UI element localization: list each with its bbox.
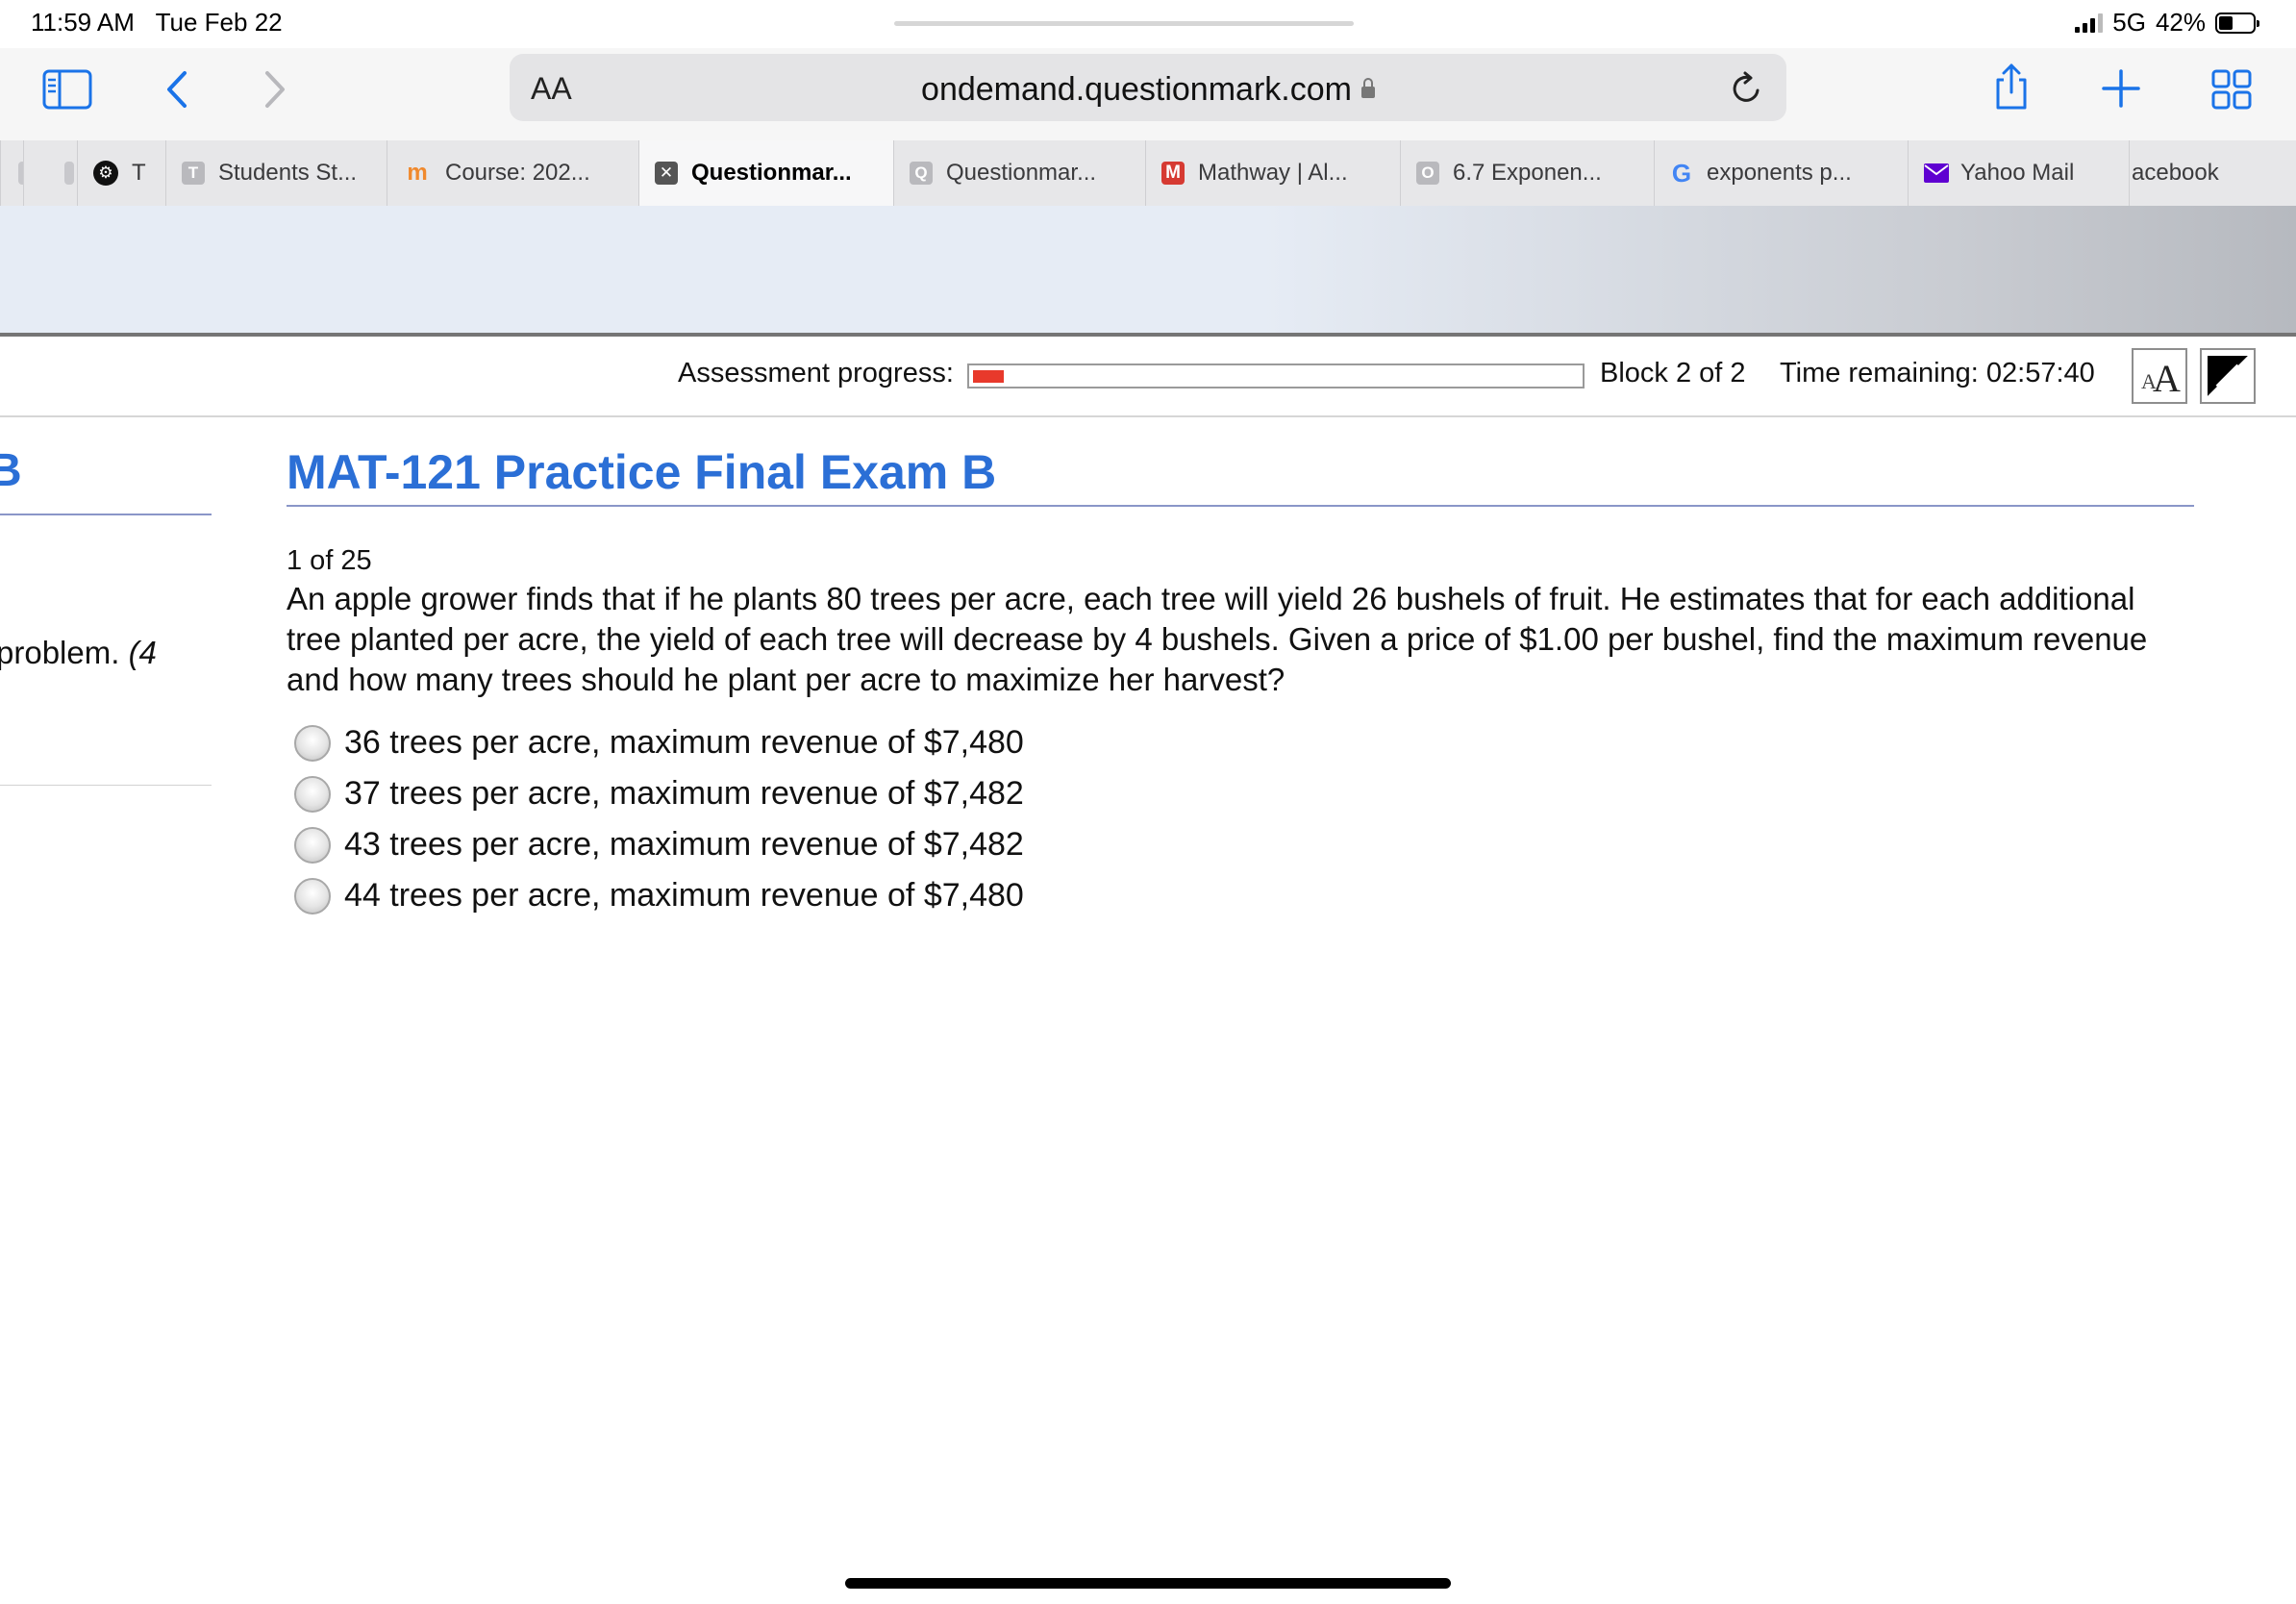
back-icon[interactable] — [163, 69, 190, 110]
assessment-progress-row: Assessment progress: Block 2 of 2 Time r… — [0, 337, 2296, 417]
answer-options: 36 trees per acre, maximum revenue of $7… — [294, 717, 1024, 921]
page-header-band — [0, 206, 2296, 335]
answer-option-2[interactable]: 37 trees per acre, maximum revenue of $7… — [294, 768, 1024, 819]
forward-icon[interactable] — [262, 69, 288, 110]
battery-percent: 42% — [2155, 8, 2206, 37]
reload-icon[interactable] — [1731, 71, 1763, 106]
address-bar[interactable]: AA ondemand.questionmark.com — [510, 54, 1786, 121]
tab-bar: ⚙ T T Students St... m Course: 202... ✕ … — [0, 140, 2296, 207]
progress-bar-fill — [973, 370, 1004, 383]
sidebar-divider-bottom — [0, 785, 212, 786]
answer-option-label[interactable]: 43 trees per acre, maximum revenue of $7… — [344, 826, 1024, 864]
answer-option-label[interactable]: 36 trees per acre, maximum revenue of $7… — [344, 724, 1024, 762]
tab-8[interactable]: G exponents p... — [1654, 140, 1908, 206]
status-time: 11:59 AM Tue Feb 22 — [31, 8, 283, 37]
tab-overview-icon[interactable] — [2211, 69, 2252, 110]
text-size-button[interactable]: AA — [2132, 348, 2187, 404]
radio-button[interactable] — [294, 826, 331, 864]
home-indicator[interactable] — [845, 1578, 1451, 1589]
share-icon[interactable] — [1992, 62, 2031, 112]
answer-option-1[interactable]: 36 trees per acre, maximum revenue of $7… — [294, 717, 1024, 768]
lock-icon — [1360, 78, 1375, 98]
q-favicon: Q — [910, 162, 933, 185]
t-favicon: T — [182, 162, 205, 185]
network-label: 5G — [2112, 8, 2146, 37]
multitask-grabber[interactable] — [894, 21, 1354, 26]
battery-icon — [2215, 12, 2259, 34]
url-text: ondemand.questionmark.com — [921, 71, 1352, 108]
answer-option-label[interactable]: 37 trees per acre, maximum revenue of $7… — [344, 775, 1024, 813]
status-bar: 11:59 AM Tue Feb 22 5G 42% — [0, 0, 2296, 48]
block-indicator: Block 2 of 2 — [1600, 358, 1746, 388]
tab-7[interactable]: O 6.7 Exponen... — [1400, 140, 1654, 206]
tab-5[interactable]: Q Questionmar... — [893, 140, 1145, 206]
title-divider — [287, 505, 2194, 507]
o-favicon: O — [1416, 162, 1439, 185]
radio-button[interactable] — [294, 724, 331, 762]
tab-6[interactable]: M Mathway | Al... — [1145, 140, 1400, 206]
tab-1[interactable]: ⚙ T — [77, 140, 165, 206]
tab-3[interactable]: m Course: 202... — [387, 140, 638, 206]
sidebar-text: problem. (4 — [0, 635, 157, 670]
tab-active[interactable]: ✕ Questionmar... — [638, 140, 893, 206]
answer-option-4[interactable]: 44 trees per acre, maximum revenue of $7… — [294, 870, 1024, 921]
settings-favicon: ⚙ — [93, 161, 118, 186]
signal-icon — [2075, 13, 2104, 33]
sidebar-divider — [0, 514, 212, 515]
tab-stub-0[interactable] — [0, 140, 23, 206]
new-tab-icon[interactable] — [2102, 69, 2140, 108]
tab-favicon — [64, 162, 74, 185]
progress-bar — [967, 363, 1585, 388]
status-date: Tue Feb 22 — [155, 8, 283, 37]
contrast-icon — [2208, 356, 2248, 396]
sidebar-toggle-icon[interactable] — [42, 69, 92, 110]
radio-button[interactable] — [294, 877, 331, 915]
exam-title: MAT-121 Practice Final Exam B — [287, 445, 997, 499]
close-tab-icon[interactable]: ✕ — [655, 162, 678, 185]
tab-2[interactable]: T Students St... — [165, 140, 387, 206]
sidebar-heading: B — [0, 445, 22, 496]
status-indicators: 5G 42% — [2075, 8, 2259, 38]
contrast-button[interactable] — [2200, 348, 2256, 404]
answer-option-label[interactable]: 44 trees per acre, maximum revenue of $7… — [344, 877, 1024, 915]
radio-button[interactable] — [294, 775, 331, 813]
mail-favicon — [1924, 163, 1949, 183]
tab-10[interactable]: acebook — [2129, 140, 2296, 206]
question-number: 1 of 25 — [287, 545, 372, 576]
moodle-favicon: m — [407, 160, 428, 186]
time-remaining: Time remaining: 02:57:40 — [1780, 358, 2095, 388]
question-text: An apple grower finds that if he plants … — [287, 581, 2148, 697]
google-favicon: G — [1671, 159, 1692, 188]
mathway-favicon: M — [1161, 162, 1185, 185]
browser-toolbar: AA ondemand.questionmark.com — [0, 48, 2296, 140]
answer-option-3[interactable]: 43 trees per acre, maximum revenue of $7… — [294, 819, 1024, 870]
progress-label: Assessment progress: — [678, 358, 954, 388]
tab-stub-1[interactable] — [23, 140, 77, 206]
tab-9[interactable]: Yahoo Mail — [1908, 140, 2129, 206]
